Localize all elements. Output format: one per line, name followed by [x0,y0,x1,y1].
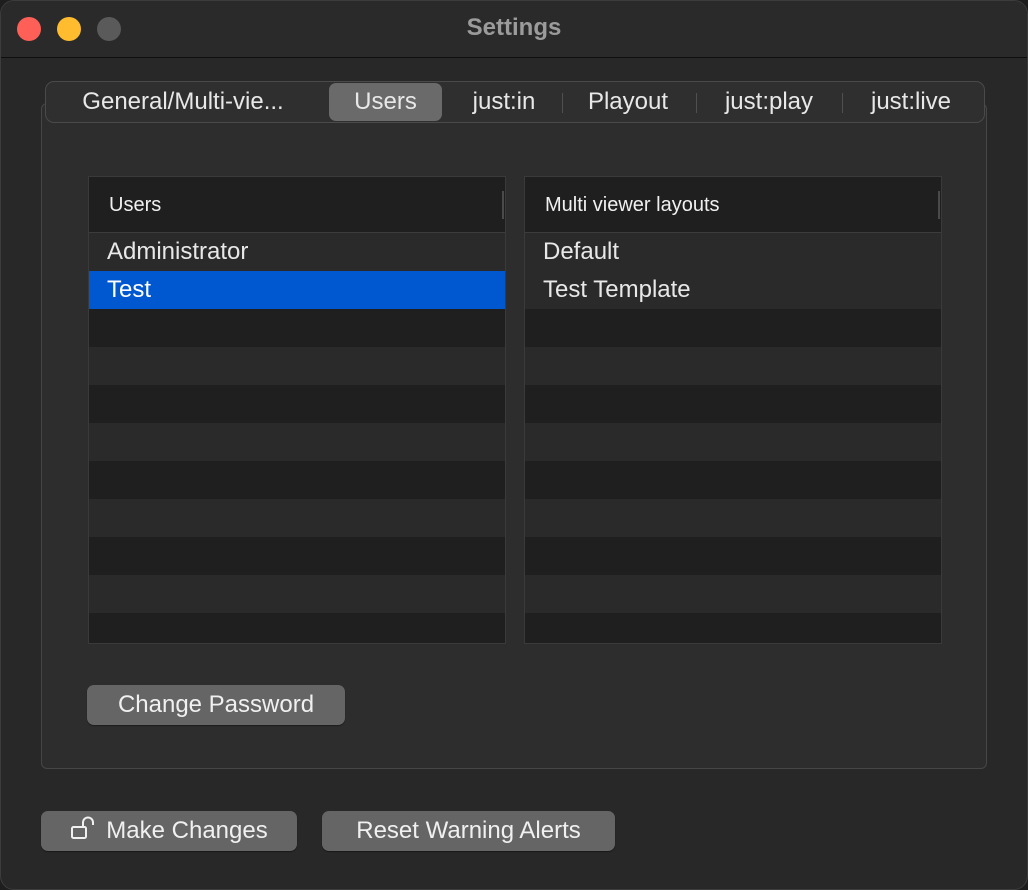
tab-users[interactable]: Users [329,83,442,121]
reset-warning-alerts-button[interactable]: Reset Warning Alerts [322,811,615,851]
empty-row [525,575,941,613]
empty-row [89,537,505,575]
column-resize-handle[interactable] [938,191,940,219]
tab-playout[interactable]: Playout [572,83,684,121]
column-resize-handle[interactable] [502,191,504,219]
empty-row [525,537,941,575]
empty-row [89,385,505,423]
title-bar: Settings [1,1,1027,58]
empty-row [89,613,505,643]
multiviewer-layouts-table[interactable]: Multi viewer layouts Default Test Templa… [524,176,942,644]
layouts-column-title: Multi viewer layouts [545,194,720,216]
users-table-header[interactable]: Users [89,177,505,233]
empty-row [89,461,505,499]
empty-row [89,575,505,613]
layout-row-default[interactable]: Default [525,233,941,271]
window-title: Settings [466,14,562,41]
layouts-table-header[interactable]: Multi viewer layouts [525,177,941,233]
tab-separator [842,93,843,113]
change-password-button[interactable]: Change Password [87,685,345,725]
empty-row [525,613,941,643]
empty-row [525,309,941,347]
tab-separator [562,93,563,113]
tab-just-live[interactable]: just:live [852,83,970,121]
tab-just-in[interactable]: just:in [454,83,554,121]
tab-just-play[interactable]: just:play [706,83,832,121]
make-changes-button[interactable]: Make Changes [41,811,297,851]
tab-separator [696,93,697,113]
make-changes-label: Make Changes [106,817,268,844]
tab-general-multiviewer[interactable]: General/Multi-vie... [58,83,308,121]
users-column-title: Users [109,194,162,216]
empty-row [89,309,505,347]
empty-row [525,499,941,537]
empty-row [525,385,941,423]
user-row-test[interactable]: Test [89,271,505,309]
empty-row [525,461,941,499]
layout-row-test-template[interactable]: Test Template [525,271,941,309]
user-row-administrator[interactable]: Administrator [89,233,505,271]
tab-bar: General/Multi-vie... Users just:in Playo… [45,81,985,123]
empty-row [525,347,941,385]
empty-row [89,499,505,537]
empty-row [89,347,505,385]
users-table[interactable]: Users Administrator Test [88,176,506,644]
unlock-icon [71,816,95,839]
empty-row [525,423,941,461]
settings-window: Settings General/Multi-vie... Users just… [0,0,1028,890]
empty-row [89,423,505,461]
